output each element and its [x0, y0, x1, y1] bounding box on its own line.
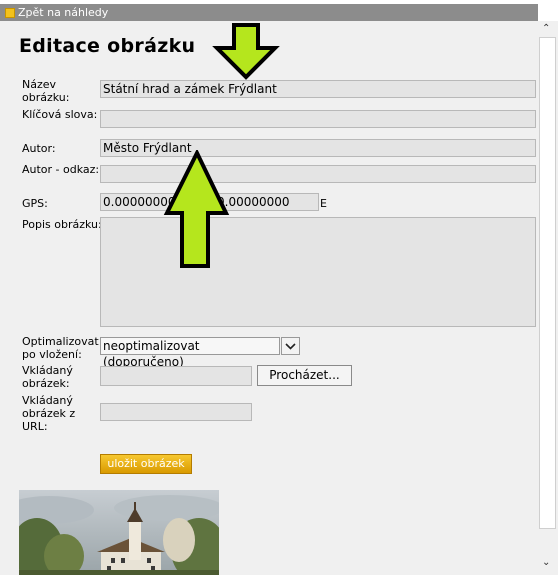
up-arrow-annotation: [163, 150, 230, 268]
back-to-previews-link[interactable]: Zpět na náhledy: [18, 4, 108, 21]
keywords-field[interactable]: [100, 110, 536, 128]
optimize-select-button[interactable]: [281, 337, 300, 355]
upload-url-label: Vkládaný obrázek z URL:: [22, 394, 76, 433]
description-label: Popis obrázku:: [22, 218, 102, 231]
gps-suffix: E: [320, 197, 327, 210]
scrollbar-thumb[interactable]: [539, 37, 556, 529]
browse-button[interactable]: Procházet...: [257, 365, 352, 386]
page-title: Editace obrázku: [19, 35, 196, 57]
down-arrow-annotation: [212, 23, 280, 80]
upload-label: Vkládaný obrázek:: [22, 364, 73, 390]
name-label: Název obrázku:: [22, 78, 70, 104]
scroll-down-icon[interactable]: ⌄: [542, 557, 550, 568]
upload-file-input[interactable]: [100, 366, 252, 386]
chevron-down-icon: [285, 343, 296, 350]
optimize-select[interactable]: neoptimalizovat (doporučeno): [100, 337, 280, 369]
optimize-label: Optimalizovat po vložení:: [22, 335, 99, 361]
name-field[interactable]: Státní hrad a zámek Frýdlant: [100, 80, 536, 98]
author-link-label: Autor - odkaz:: [22, 163, 100, 176]
scroll-up-icon[interactable]: ⌃: [542, 23, 550, 34]
scrollbar[interactable]: ⌃ ⌄: [538, 21, 558, 575]
author-label: Autor:: [22, 142, 56, 155]
keywords-label: Klíčová slova:: [22, 108, 98, 121]
gps-label: GPS:: [22, 197, 48, 210]
save-image-button[interactable]: uložit obrázek: [100, 454, 192, 474]
square-icon: [5, 8, 15, 18]
upload-url-field[interactable]: [100, 403, 252, 421]
image-preview: [19, 490, 219, 575]
back-to-previews-bar[interactable]: Zpět na náhledy: [0, 4, 538, 21]
